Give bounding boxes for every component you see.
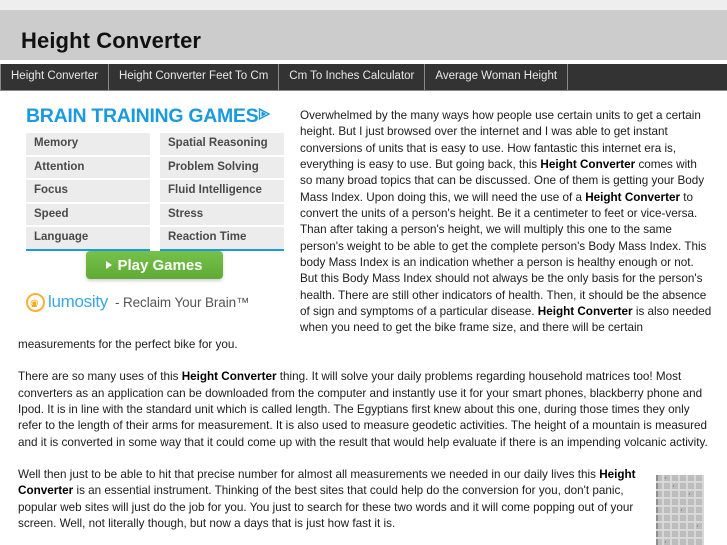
lumosity-head-icon: [26, 292, 45, 312]
ad-feature-speed[interactable]: Speed: [26, 203, 150, 226]
advertisement-banner[interactable]: BRAIN TRAINING GAMES Memory Attention Fo…: [24, 105, 288, 327]
lumosity-wordmark: lumosity: [48, 292, 108, 311]
lumosity-tagline: - Reclaim Your Brain™: [114, 294, 250, 310]
nav-item-height-converter[interactable]: Height Converter: [0, 64, 109, 90]
keyword-height-converter: Height Converter: [181, 370, 277, 384]
play-triangle-icon: [106, 261, 113, 269]
keyword-height-converter: Height Converter: [537, 305, 633, 319]
nav-item-height-converter-feet-to-cm[interactable]: Height Converter Feet To Cm: [109, 64, 280, 90]
data-table-thumbnail-image: [654, 472, 706, 545]
paragraph-3-text-c: is an essential instrument. Thinking of …: [18, 484, 634, 530]
ad-feature-focus[interactable]: Focus: [26, 180, 150, 202]
page-title: Height Converter: [21, 28, 202, 53]
ad-feature-memory[interactable]: Memory: [26, 133, 150, 155]
article-paragraph-3: Well then just to be able to hit that pr…: [18, 467, 712, 545]
play-games-label: Play Games: [117, 256, 203, 274]
keyword-height-converter: Height Converter: [585, 190, 681, 204]
article-paragraph-2: There are so many uses of this Height Co…: [18, 369, 712, 451]
ad-feature-column-right: Spatial Reasoning Problem Solving Fluid …: [160, 133, 284, 251]
content-area: Overwhelmed by the many ways how people …: [0, 92, 727, 545]
adchoices-triangle-icon[interactable]: [258, 107, 271, 121]
ad-feature-reaction-time[interactable]: Reaction Time: [160, 227, 284, 251]
paragraph-2-text-a: There are so many uses of this: [18, 370, 182, 384]
paragraph-3-text-a: Well then just to be able to hit that pr…: [18, 467, 600, 481]
play-games-button[interactable]: Play Games: [86, 251, 223, 279]
ad-feature-spatial-reasoning[interactable]: Spatial Reasoning: [160, 133, 284, 155]
ad-feature-language[interactable]: Language: [26, 227, 150, 251]
ad-feature-fluid-intelligence[interactable]: Fluid Intelligence: [160, 180, 284, 202]
ad-feature-column-left: Memory Attention Focus Speed Language: [26, 133, 150, 251]
ad-headline: BRAIN TRAINING GAMES: [26, 105, 259, 127]
page-top-strip: [0, 0, 727, 10]
keyword-height-converter: Height Converter: [540, 158, 636, 172]
main-navigation: Height Converter Height Converter Feet T…: [0, 64, 727, 91]
paragraph-1-text-d: to convert the units of a person's heigh…: [300, 190, 707, 319]
ad-feature-columns: Memory Attention Focus Speed Language Sp…: [26, 133, 284, 251]
nav-item-cm-to-inches-calculator[interactable]: Cm To Inches Calculator: [279, 64, 426, 90]
ad-feature-problem-solving[interactable]: Problem Solving: [160, 156, 284, 179]
nav-item-average-woman-height[interactable]: Average Woman Height: [425, 64, 569, 90]
site-header: Height Converter: [0, 10, 727, 62]
ad-feature-attention[interactable]: Attention: [26, 156, 150, 179]
lumosity-brand-row[interactable]: lumosity - Reclaim Your Brain™: [26, 292, 250, 312]
ad-feature-stress[interactable]: Stress: [160, 203, 284, 226]
page-root: Height Converter Height Converter Height…: [0, 0, 727, 545]
